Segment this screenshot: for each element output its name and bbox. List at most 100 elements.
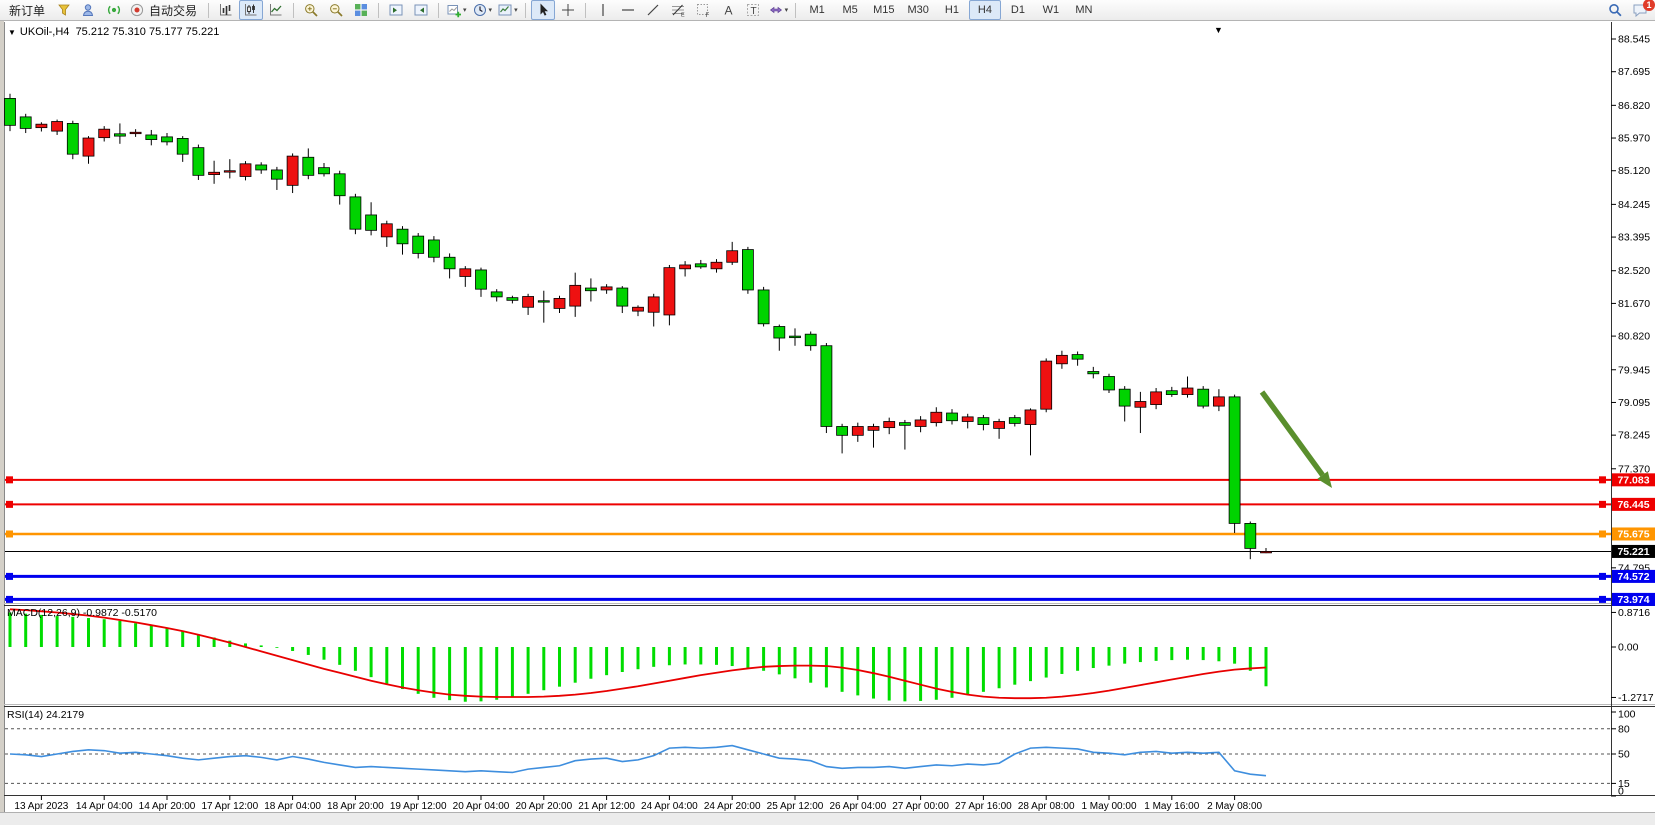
- svg-text:87.695: 87.695: [1618, 66, 1650, 78]
- svg-text:19 Apr 12:00: 19 Apr 12:00: [390, 801, 447, 812]
- svg-text:21 Apr 12:00: 21 Apr 12:00: [578, 801, 635, 812]
- text-label-tool-icon[interactable]: T: [741, 0, 765, 20]
- svg-text:17 Apr 12:00: 17 Apr 12:00: [201, 801, 258, 812]
- svg-text:14 Apr 20:00: 14 Apr 20:00: [139, 801, 196, 812]
- svg-text:80: 80: [1618, 723, 1630, 735]
- vertical-line-tool-icon[interactable]: [591, 0, 615, 20]
- filter-icon[interactable]: [52, 0, 76, 20]
- signals-icon[interactable]: [102, 0, 126, 20]
- line-handle[interactable]: [1599, 573, 1606, 580]
- chevron-down-icon: ▾: [514, 6, 518, 14]
- chart-ohlc-values: 75.212 75.310 75.177 75.221: [76, 26, 220, 38]
- period-selector-icon[interactable]: ▾: [470, 0, 495, 20]
- autotrading-button[interactable]: 自动交易: [127, 0, 203, 20]
- toolbar-separator: [208, 3, 209, 18]
- line-handle[interactable]: [1599, 476, 1606, 483]
- svg-text:88.545: 88.545: [1618, 34, 1650, 46]
- notifications-icon[interactable]: 1: [1628, 0, 1652, 20]
- timeframe-button-m5[interactable]: M5: [834, 0, 866, 20]
- candlestick-chart-icon[interactable]: [239, 0, 263, 20]
- chevron-down-icon: ▾: [785, 6, 789, 14]
- trendline-tool-icon[interactable]: [641, 0, 665, 20]
- timeframe-button-d1[interactable]: D1: [1002, 0, 1034, 20]
- svg-text:75.221: 75.221: [1617, 546, 1649, 558]
- chart-menu-triangle-icon[interactable]: ▼: [8, 28, 16, 37]
- svg-text:T: T: [750, 6, 756, 17]
- macd-indicator-label: MACD(12,26,9) -0.9872 -0.5170: [7, 607, 157, 619]
- timeframe-button-mn[interactable]: MN: [1068, 0, 1100, 20]
- timeframe-button-h4[interactable]: H4: [969, 0, 1001, 20]
- svg-text:18 Apr 20:00: 18 Apr 20:00: [327, 801, 384, 812]
- line-handle[interactable]: [1599, 501, 1606, 508]
- line-handle[interactable]: [6, 476, 13, 483]
- svg-text:74.572: 74.572: [1617, 571, 1649, 583]
- line-chart-icon[interactable]: [264, 0, 288, 20]
- toolbar-separator: [525, 3, 526, 18]
- svg-text:86.820: 86.820: [1618, 100, 1650, 112]
- svg-text:78.245: 78.245: [1618, 430, 1650, 442]
- svg-text:27 Apr 16:00: 27 Apr 16:00: [955, 801, 1012, 812]
- text-tool-icon[interactable]: A: [716, 0, 740, 20]
- line-handle[interactable]: [6, 501, 13, 508]
- arrange-windows-icon[interactable]: [384, 0, 408, 20]
- cursor-tool-icon[interactable]: [531, 0, 555, 20]
- timeframe-button-m15[interactable]: M15: [867, 0, 900, 20]
- zoom-in-icon[interactable]: [299, 0, 323, 20]
- svg-text:27 Apr 00:00: 27 Apr 00:00: [892, 801, 949, 812]
- line-handle[interactable]: [6, 573, 13, 580]
- market-watch-icon[interactable]: [77, 0, 101, 20]
- fibonacci-tool-icon[interactable]: E: [666, 0, 690, 20]
- svg-text:0.8716: 0.8716: [1618, 607, 1650, 619]
- svg-text:-1.2717: -1.2717: [1618, 692, 1654, 704]
- svg-text:0.00: 0.00: [1618, 642, 1639, 654]
- bar-chart-icon[interactable]: [214, 0, 238, 20]
- channel-tool-icon[interactable]: F: [691, 0, 715, 20]
- toolbar-separator: [293, 3, 294, 18]
- chart-symbol-period: UKOil-,H4: [20, 26, 70, 38]
- line-handle[interactable]: [1599, 530, 1606, 537]
- svg-text:20 Apr 20:00: 20 Apr 20:00: [515, 801, 572, 812]
- svg-text:28 Apr 08:00: 28 Apr 08:00: [1018, 801, 1075, 812]
- svg-text:82.520: 82.520: [1618, 265, 1650, 277]
- new-chart-button[interactable]: ▾: [444, 0, 469, 20]
- chart-title: ▼ UKOil-,H4 75.212 75.310 75.177 75.221: [8, 26, 219, 38]
- timeframe-button-h1[interactable]: H1: [936, 0, 968, 20]
- svg-text:81.670: 81.670: [1618, 298, 1650, 310]
- svg-text:1 May 16:00: 1 May 16:00: [1144, 801, 1199, 812]
- toolbar-separator: [585, 3, 586, 18]
- search-icon[interactable]: [1603, 0, 1627, 20]
- line-handle[interactable]: [6, 596, 13, 603]
- timeframe-button-m30[interactable]: M30: [902, 0, 935, 20]
- svg-text:0: 0: [1618, 786, 1624, 798]
- svg-text:75.675: 75.675: [1617, 528, 1649, 540]
- zoom-out-icon[interactable]: [324, 0, 348, 20]
- svg-text:F: F: [705, 13, 709, 18]
- svg-text:80.820: 80.820: [1618, 331, 1650, 343]
- chart-quick-menu-icon[interactable]: ▼: [1214, 25, 1223, 35]
- svg-text:50: 50: [1618, 749, 1630, 761]
- new-order-button[interactable]: 新订单: [3, 0, 51, 20]
- shapes-tool-icon[interactable]: ▾: [766, 0, 791, 20]
- tile-windows-icon[interactable]: [349, 0, 373, 20]
- line-handle[interactable]: [6, 530, 13, 537]
- template-selector-icon[interactable]: ▾: [495, 0, 520, 20]
- toolbar-separator: [795, 3, 796, 18]
- main-toolbar: 新订单 自动交易 ▾ ▾ ▾ E F AT ▾ M1M5M15M30H1H4D1W1MN 1: [0, 0, 1655, 21]
- timeframe-button-m1[interactable]: M1: [801, 0, 833, 20]
- horizontal-line-tool-icon[interactable]: [616, 0, 640, 20]
- price-chart-svg[interactable]: 88.54587.69586.82085.97085.12084.24583.3…: [0, 0, 1655, 825]
- rsi-indicator-label: RSI(14) 24.2179: [7, 709, 84, 721]
- toolbar-separator: [438, 3, 439, 18]
- cascade-windows-icon[interactable]: [409, 0, 433, 20]
- chevron-down-icon: ▾: [489, 6, 493, 14]
- svg-text:85.970: 85.970: [1618, 133, 1650, 145]
- svg-text:1 May 00:00: 1 May 00:00: [1081, 801, 1136, 812]
- notification-badge: 1: [1643, 0, 1655, 11]
- crosshair-tool-icon[interactable]: [556, 0, 580, 20]
- svg-text:77.083: 77.083: [1617, 474, 1649, 486]
- svg-text:79.095: 79.095: [1618, 397, 1650, 409]
- timeframe-button-w1[interactable]: W1: [1035, 0, 1067, 20]
- svg-text:2 May 08:00: 2 May 08:00: [1207, 801, 1262, 812]
- status-bar: [0, 813, 1655, 825]
- line-handle[interactable]: [1599, 596, 1606, 603]
